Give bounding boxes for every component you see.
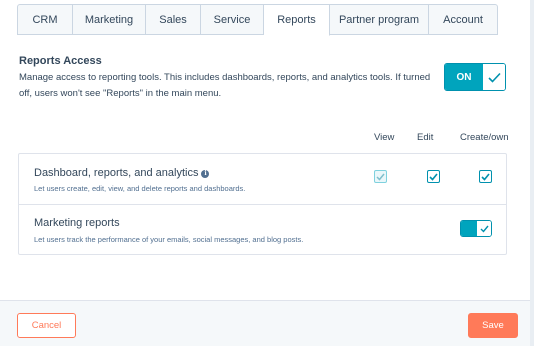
permissions-table: Dashboard, reports, and analytics i Let u… [18, 153, 507, 255]
tab-account[interactable]: Account [429, 4, 498, 35]
right-scrollbar-track [530, 0, 534, 346]
reports-access-description: Manage access to reporting tools. This i… [19, 72, 431, 99]
edit-checkbox[interactable] [427, 170, 440, 183]
view-checkbox[interactable] [374, 170, 387, 183]
footer-bar: Cancel Save [0, 300, 530, 346]
tab-marketing[interactable]: Marketing [73, 4, 146, 35]
reports-access-toggle[interactable]: ON [444, 63, 506, 91]
create-own-checkbox[interactable] [479, 170, 492, 183]
permission-row-description: Let users create, edit, view, and delete… [34, 184, 246, 193]
permission-row-title: Marketing reports [34, 217, 120, 229]
column-header-view: View [374, 132, 395, 143]
permission-row-title: Dashboard, reports, and analytics i [34, 167, 210, 179]
permission-row-description: Let users track the performance of your … [34, 235, 304, 244]
tab-crm[interactable]: CRM [17, 4, 73, 35]
info-icon[interactable]: i [201, 170, 210, 178]
save-button[interactable]: Save [468, 313, 518, 338]
tab-service[interactable]: Service [201, 4, 264, 35]
column-header-edit: Edit [417, 132, 434, 143]
tab-sales[interactable]: Sales [146, 4, 201, 35]
check-icon [483, 64, 505, 90]
toggle-on-label: ON [445, 64, 483, 90]
permission-row-marketing-reports: Marketing reports Let users track the pe… [19, 206, 506, 255]
reports-access-title: Reports Access [19, 55, 102, 67]
toggle-fill [461, 221, 477, 236]
settings-tabs: CRM Marketing Sales Service Reports Part… [17, 4, 498, 36]
marketing-reports-toggle[interactable] [460, 220, 492, 237]
column-header-create-own: Create/own [460, 132, 509, 143]
permission-title-text: Dashboard, reports, and analytics [34, 167, 199, 179]
cancel-button[interactable]: Cancel [17, 313, 76, 338]
permission-row-dashboards: Dashboard, reports, and analytics i Let u… [19, 154, 506, 205]
check-icon [477, 221, 491, 236]
tab-reports[interactable]: Reports [264, 4, 330, 36]
tab-partner-program[interactable]: Partner program [330, 4, 429, 35]
